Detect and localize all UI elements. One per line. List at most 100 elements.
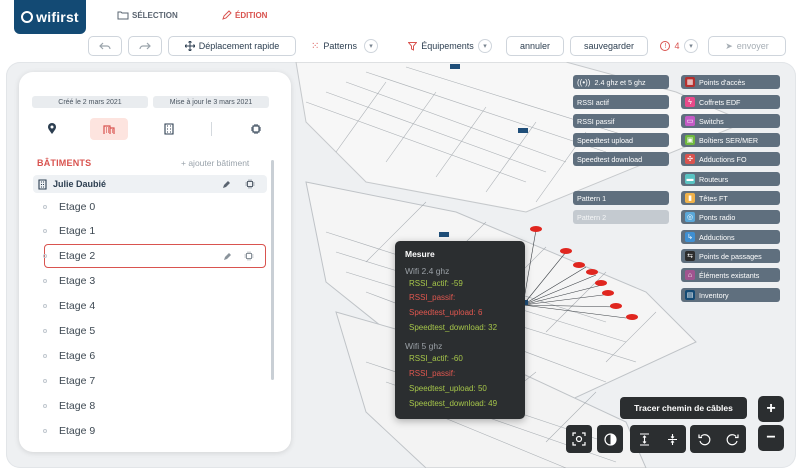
legend-points-passages[interactable]: ⇆ Points de passages (681, 249, 780, 263)
alerts-count: 4 (674, 41, 680, 51)
wifi24-rssi-actif: RSSI_actif: -59 (409, 279, 463, 288)
legend-rssi-passif[interactable]: RSSI passif (573, 114, 669, 128)
patterns-button[interactable]: ⁙ Patterns (306, 36, 362, 56)
legend-switchs[interactable]: ▭ Switchs (681, 114, 780, 128)
wifi24-label: Wifi 2.4 ghz (405, 266, 450, 276)
floor-list-scrollbar[interactable] (271, 160, 274, 380)
add-building-link[interactable]: + ajouter bâtiment (181, 158, 249, 168)
rotate-right-icon[interactable] (726, 433, 739, 446)
floor-item[interactable]: Etage 6 (43, 345, 267, 367)
legend-pattern-1[interactable]: Pattern 1 (573, 191, 669, 205)
legend-speedtest-download[interactable]: Speedtest download (573, 152, 669, 166)
floor-bullet-icon (43, 329, 47, 333)
vertical-spacing-icon[interactable] (639, 432, 650, 446)
contrast-button[interactable] (597, 425, 623, 453)
toolbar: Déplacement rapide ⁙ Patterns ▾ Équipeme… (86, 36, 800, 60)
building-icon (103, 125, 115, 134)
floor-item[interactable]: Etage 8 (43, 395, 267, 417)
wifi-signal-icon: ((•)) (577, 77, 591, 87)
building-row-icon (38, 178, 47, 190)
building-panel: Créé le 2 mars 2021 Mise à jour le 3 mar… (19, 72, 291, 452)
floor-label: Etage 1 (59, 225, 96, 237)
legend-label: Boîtiers SER/MER (699, 135, 759, 145)
building-row[interactable]: Julie Daubié (33, 175, 267, 193)
legend-boitiers[interactable]: ▣ Boîtiers SER/MER (681, 133, 780, 147)
rotate-left-icon[interactable] (697, 433, 711, 446)
legend-elements-existants[interactable]: ⌂ Éléments existants (681, 268, 780, 282)
legend-tetes-ft[interactable]: ▮ Têtes FT (681, 191, 780, 205)
focus-button[interactable] (566, 425, 592, 453)
legend-ponts-radio[interactable]: ◎ Ponts radio (681, 210, 780, 224)
quick-move-button[interactable]: Déplacement rapide (168, 36, 296, 56)
legend-routeurs[interactable]: ▬ Routeurs (681, 172, 780, 186)
floor-label: Etage 5 (59, 325, 96, 337)
send-label: envoyer (736, 41, 769, 51)
legend-adductions[interactable]: ↳ Adductions (681, 230, 780, 244)
floor-item[interactable]: Etage 3 (43, 270, 267, 292)
wifi5-label: Wifi 5 ghz (405, 341, 443, 351)
legend-pattern-2[interactable]: Pattern 2 (573, 210, 669, 224)
wifirst-logo[interactable]: wifirst (14, 0, 86, 34)
legend-access-points[interactable]: ▦ Points d'accès (681, 75, 780, 89)
legend-rssi-actif[interactable]: RSSI actif (573, 95, 669, 109)
mode-selection-tab[interactable]: SÉLECTION (117, 10, 178, 20)
floor-item[interactable]: Etage 9 (43, 420, 267, 442)
alert-icon: ! (660, 41, 671, 51)
equipments-chevron-icon[interactable]: ▾ (478, 39, 492, 53)
logo-text: wifirst (36, 9, 79, 25)
save-button[interactable]: sauvegarder (570, 36, 648, 56)
floor-item[interactable]: Etage 0 (43, 196, 267, 218)
mode-edition-label: ÉDITION (235, 10, 268, 20)
patterns-chevron-icon[interactable]: ▾ (364, 39, 378, 53)
compress-spacing-icon[interactable] (667, 433, 678, 446)
floor-label: Etage 6 (59, 350, 96, 362)
floor-item[interactable]: Etage 7 (43, 370, 267, 392)
undo-button[interactable] (88, 36, 122, 56)
tab-location[interactable] (33, 118, 71, 140)
head-icon: ▮ (685, 193, 695, 203)
legend-speedtest-upload[interactable]: Speedtest upload (573, 133, 669, 147)
mode-edition-tab[interactable]: ÉDITION (222, 10, 267, 20)
alerts-button[interactable]: ! 4 (656, 36, 684, 56)
tab-device[interactable] (237, 118, 275, 140)
zoom-out-button[interactable]: − (758, 425, 784, 451)
cancel-label: annuler (519, 41, 551, 51)
floor-item[interactable]: Etage 4 (43, 295, 267, 317)
legend-wifi-bands[interactable]: ((•)) 2.4 ghz et 5 ghz (573, 75, 669, 89)
floor-item-selected[interactable]: Etage 2 (43, 244, 266, 268)
send-button[interactable]: ➤ envoyer (708, 36, 786, 56)
legend-coffrets-edf[interactable]: ϟ Coffrets EDF (681, 95, 780, 109)
redo-icon (139, 42, 151, 50)
undo-icon (99, 42, 111, 50)
zoom-in-button[interactable]: + (758, 396, 784, 422)
floors-icon (164, 123, 174, 135)
cancel-button[interactable]: annuler (506, 36, 564, 56)
floor-bullet-icon (43, 229, 47, 233)
floor-settings-icon[interactable] (244, 251, 254, 261)
contrast-icon (603, 432, 617, 446)
floor-item[interactable]: Etage 1 (43, 220, 267, 242)
alerts-chevron-icon[interactable]: ▾ (684, 39, 698, 53)
legend-inventory[interactable]: ▤ Inventory (681, 288, 780, 302)
tab-floors[interactable] (150, 118, 188, 140)
legend-adductions-fo[interactable]: ✣ Adductions FO (681, 152, 780, 166)
lightning-icon: ϟ (685, 97, 695, 107)
filter-icon (408, 41, 418, 51)
access-point-icon: ▦ (685, 77, 695, 87)
building-settings-icon[interactable] (245, 179, 255, 189)
equipments-button[interactable]: Équipements (396, 36, 486, 56)
measure-title: Mesure (405, 249, 435, 259)
measure-tooltip: Mesure Wifi 2.4 ghz RSSI_actif: -59 RSSI… (395, 241, 525, 419)
floor-bullet-icon (43, 304, 47, 308)
redo-button[interactable] (128, 36, 162, 56)
floor-item[interactable]: Etage 5 (43, 320, 267, 342)
wifi5-rssi-passif: RSSI_passif: (409, 369, 456, 378)
legend-label: Switchs (699, 116, 724, 126)
tab-buildings[interactable] (90, 118, 128, 140)
edit-floor-icon[interactable] (223, 252, 232, 261)
cable-path-button[interactable]: Tracer chemin de câbles (620, 397, 747, 419)
floor-label: Etage 9 (59, 425, 96, 437)
edit-building-icon[interactable] (222, 180, 231, 189)
legend-label: Éléments existants (699, 270, 760, 280)
wifi5-upload: Speedtest_upload: 50 (409, 384, 487, 393)
